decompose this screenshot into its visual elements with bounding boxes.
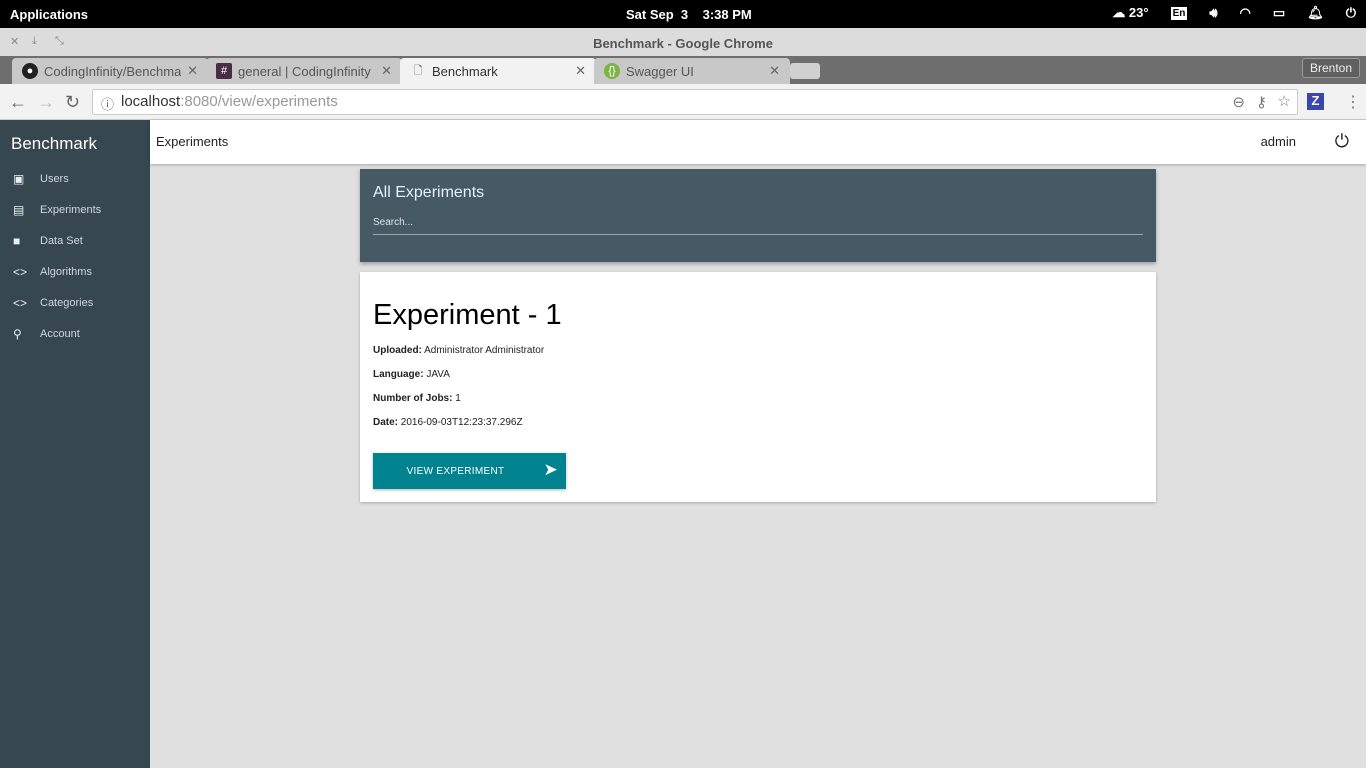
weather-cloud-icon[interactable]: ☁ 23°	[1112, 5, 1148, 21]
sidebar-item-data-set[interactable]: ■ Data Set	[0, 225, 150, 256]
forward-icon[interactable]: →	[37, 92, 55, 113]
window-titlebar: ✕ ⤓ ⤡ Benchmark - Google Chrome	[0, 28, 1366, 56]
sidebar-item-categories[interactable]: <> Categories	[0, 287, 150, 318]
username[interactable]: admin	[1261, 134, 1296, 149]
notification-bell-icon[interactable]: 🔔︎	[1307, 5, 1324, 21]
close-tab-icon[interactable]: ✕	[769, 63, 780, 79]
reload-icon[interactable]: ↻	[65, 92, 80, 113]
wifi-icon[interactable]: ◠	[1240, 5, 1251, 21]
app-header: Experiments admin ⏻	[150, 120, 1366, 164]
search-card-title: All Experiments	[373, 184, 485, 201]
sidebar-item-algorithms[interactable]: <> Algorithms	[0, 256, 150, 287]
experiment-title: Experiment - 1	[373, 299, 562, 331]
search-input[interactable]	[373, 211, 1143, 235]
code-icon: <>	[13, 264, 28, 279]
url-host: localhost	[121, 93, 181, 110]
field-label: Number of Jobs:	[373, 393, 453, 404]
search-card: All Experiments	[360, 169, 1156, 262]
power-icon[interactable]: ⏻	[1346, 5, 1356, 21]
sidebar-item-users[interactable]: ▣ Users	[0, 163, 150, 194]
tab-label: CodingInfinity/Benchmark	[44, 63, 182, 79]
view-experiment-button[interactable]: VIEW EXPERIMENT ➤	[373, 453, 566, 489]
system-tray: ☁ 23° En 🔊︎ ◠ ▭ 🔔︎ ⏻	[1112, 5, 1356, 21]
temperature: 23°	[1128, 5, 1149, 20]
tab-slack[interactable]: # general | CodingInfinity Slack ✕	[206, 58, 402, 84]
uploaded-field: Uploaded: Administrator Administrator	[373, 345, 544, 356]
tab-label: Swagger UI	[626, 63, 694, 79]
experiment-card: Experiment - 1 Uploaded: Administrator A…	[360, 272, 1156, 502]
close-tab-icon[interactable]: ✕	[187, 63, 198, 79]
bookmark-star-icon[interactable]: ☆	[1278, 92, 1291, 110]
button-label: VIEW EXPERIMENT	[406, 465, 505, 477]
sidebar-item-label: Categories	[40, 296, 94, 309]
sidebar-item-account[interactable]: ⚲ Account	[0, 318, 150, 349]
github-icon: ●	[22, 63, 38, 79]
zoom-icon[interactable]: ⊖	[1232, 93, 1245, 111]
sidebar-item-experiments[interactable]: ▤ Experiments	[0, 194, 150, 225]
keyboard-layout-icon[interactable]: En	[1170, 6, 1188, 20]
tab-label: Benchmark	[432, 63, 498, 79]
tab-github[interactable]: ● CodingInfinity/Benchmark ✕	[12, 58, 208, 84]
toolbar: ← → ↻ ⓘ localhost:8080/view/experiments …	[0, 84, 1366, 120]
field-label: Date:	[373, 417, 399, 428]
language-field: Language: JAVA	[373, 369, 450, 380]
tab-label: general | CodingInfinity Slack	[238, 63, 375, 79]
swagger-icon: {}	[604, 63, 620, 79]
window-title: Benchmark - Google Chrome	[593, 36, 773, 51]
menu-kebab-icon[interactable]: ⋮	[1345, 92, 1361, 112]
brand: Benchmark	[11, 134, 97, 153]
tab-benchmark[interactable]: 🗋 Benchmark ✕	[400, 58, 596, 84]
slack-hash-icon: #	[216, 63, 232, 79]
sidebar-item-label: Data Set	[40, 234, 83, 247]
os-top-bar: Applications Sat Sep 3 3:38 PM ☁ 23° En …	[0, 0, 1366, 28]
person-icon: ⚲	[13, 326, 22, 341]
sidebar-item-label: Account	[40, 327, 80, 340]
jobs-field: Number of Jobs: 1	[373, 393, 461, 404]
code-icon: <>	[13, 295, 28, 310]
new-tab-button[interactable]	[790, 63, 820, 79]
close-tab-icon[interactable]: ✕	[381, 63, 392, 79]
field-label: Uploaded:	[373, 345, 422, 356]
sidebar: Benchmark ▣ Users ▤ Experiments ■ Data Set …	[0, 120, 150, 768]
logout-power-icon[interactable]: ⏻	[1335, 131, 1349, 152]
page-title: Experiments	[156, 134, 229, 149]
applications-menu[interactable]: Applications	[10, 7, 88, 22]
volume-icon[interactable]: 🔊︎	[1209, 5, 1217, 21]
info-icon[interactable]: ⓘ	[101, 94, 114, 113]
field-value: 1	[455, 393, 461, 404]
close-tab-icon[interactable]: ✕	[575, 63, 586, 79]
extension-z-icon[interactable]: Z	[1307, 93, 1324, 110]
users-card-icon: ▣	[13, 171, 25, 186]
folder-icon: ■	[13, 233, 21, 248]
clipboard-icon: ▤	[13, 202, 25, 217]
key-icon[interactable]: ⚷	[1256, 93, 1267, 111]
sidebar-item-label: Users	[40, 172, 69, 185]
sidebar-item-label: Algorithms	[40, 265, 92, 278]
field-value: 2016-09-03T12:23:37.296Z	[400, 417, 523, 428]
sidebar-item-label: Experiments	[40, 203, 102, 216]
url-path: :8080/view/experiments	[180, 93, 338, 110]
back-icon[interactable]: ←	[9, 92, 27, 113]
address-bar[interactable]: ⓘ localhost:8080/view/experiments ⊖ ⚷ ☆	[92, 89, 1298, 115]
profile-button[interactable]: Brenton	[1301, 58, 1360, 78]
send-arrow-icon: ➤	[543, 460, 558, 479]
clock[interactable]: Sat Sep 3 3:38 PM	[626, 7, 752, 22]
tab-strip: ● CodingInfinity/Benchmark ✕ # general | …	[0, 56, 1366, 84]
date-field: Date: 2016-09-03T12:23:37.296Z	[373, 417, 523, 428]
tab-swagger[interactable]: {} Swagger UI ✕	[594, 58, 790, 84]
field-value: Administrator Administrator	[424, 345, 545, 356]
page-icon: 🗋	[413, 64, 423, 77]
field-label: Language:	[373, 369, 424, 380]
field-value: JAVA	[426, 369, 450, 380]
battery-icon[interactable]: ▭	[1273, 5, 1285, 21]
